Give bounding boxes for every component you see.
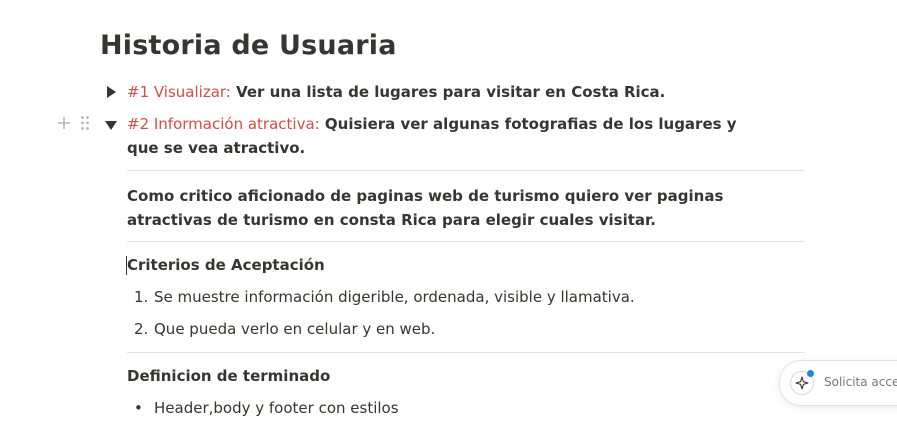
- page-title: Historia de Usuaria: [100, 30, 397, 61]
- sparkle-icon: [795, 376, 809, 390]
- add-block-icon[interactable]: [57, 116, 71, 130]
- divider: [127, 241, 805, 242]
- list-item-text: Que pueda verlo en celular y en web.: [154, 320, 436, 338]
- toggle-expanded-icon[interactable]: [104, 118, 118, 132]
- story-2-tag: #2 Información atractiva:: [127, 115, 320, 133]
- list-item-text: Se muestre información digerible, ordena…: [154, 288, 635, 306]
- story-description[interactable]: Como critico aficionado de paginas web d…: [127, 184, 807, 232]
- divider: [127, 352, 805, 353]
- criteria-item-1[interactable]: 1. Se muestre información digerible, orde…: [134, 288, 635, 306]
- divider: [127, 170, 805, 171]
- drag-handle-icon[interactable]: [80, 115, 90, 131]
- list-item-text: Header,body y footer con estilos: [154, 399, 399, 417]
- notification-dot: [807, 370, 814, 377]
- ai-assistant-button[interactable]: Solicita acce: [779, 360, 897, 406]
- ai-assistant-label: Solicita acce: [824, 375, 897, 389]
- criteria-item-2[interactable]: 2. Que pueda verlo en celular y en web.: [134, 320, 435, 338]
- story-1-tag: #1 Visualizar:: [127, 83, 231, 101]
- story-1-toggle[interactable]: #1 Visualizar: Ver una lista de lugares …: [127, 80, 665, 104]
- story-1-title: Ver una lista de lugares para visitar en…: [230, 83, 666, 101]
- list-number: 2.: [134, 320, 149, 338]
- bullet-icon: •: [134, 399, 143, 417]
- list-number: 1.: [134, 288, 149, 306]
- toggle-collapsed-icon[interactable]: [104, 85, 118, 99]
- story-2-toggle[interactable]: #2 Información atractiva: Quisiera ver a…: [127, 112, 767, 160]
- done-heading[interactable]: Definicion de terminado: [127, 367, 330, 385]
- criteria-heading[interactable]: Criterios de Aceptación: [127, 256, 325, 274]
- done-item-1[interactable]: • Header,body y footer con estilos: [134, 399, 399, 417]
